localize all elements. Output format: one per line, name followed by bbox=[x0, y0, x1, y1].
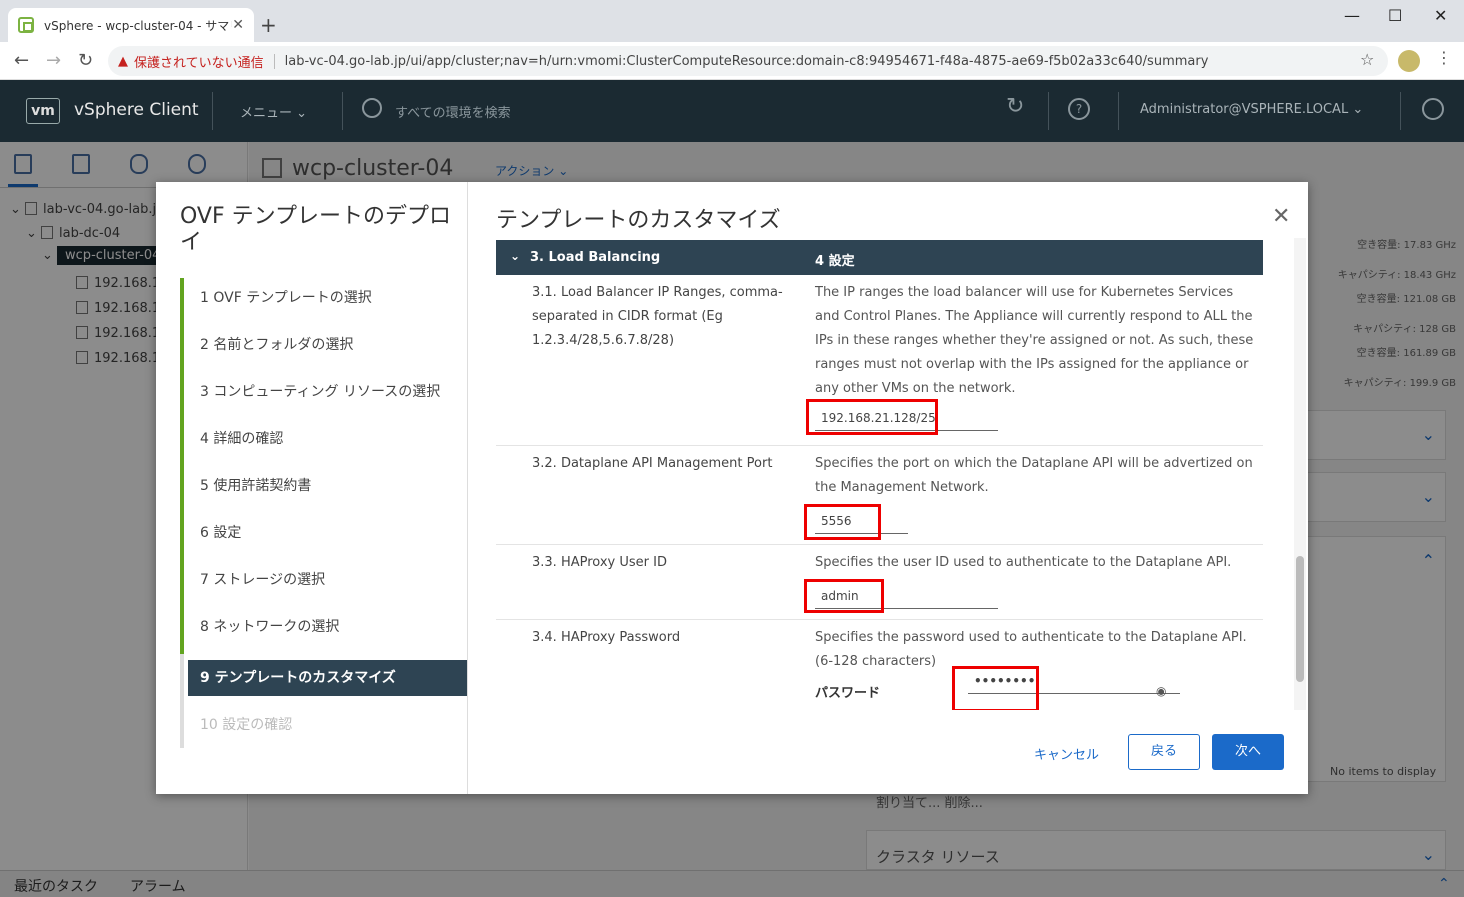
header-divider bbox=[1048, 92, 1049, 130]
browser-tab[interactable]: vSphere - wcp-cluster-04 - サマリ ✕ bbox=[8, 8, 254, 42]
step-10: 10 設定の確認 bbox=[200, 717, 293, 733]
forward-icon[interactable]: → bbox=[46, 50, 61, 71]
deploy-ovf-wizard: OVF テンプレートのデプロイ 1 OVF テンプレートの選択 2 名前とフォル… bbox=[156, 182, 1308, 794]
tab-close-icon[interactable]: ✕ bbox=[232, 17, 244, 33]
header-divider bbox=[212, 92, 213, 130]
property-label: 3.2. Dataplane API Management Port bbox=[532, 456, 773, 471]
reload-icon[interactable]: ↻ bbox=[78, 50, 93, 71]
global-search-input[interactable]: すべての環境を検索 bbox=[395, 102, 511, 121]
highlight-box bbox=[804, 579, 884, 613]
step-4[interactable]: 4 詳細の確認 bbox=[188, 421, 467, 457]
highlight-box bbox=[804, 504, 881, 540]
help-icon[interactable]: ? bbox=[1068, 98, 1090, 120]
highlight-box bbox=[806, 399, 938, 435]
insecure-label[interactable]: 保護されていない通信 bbox=[134, 52, 264, 71]
step-title: テンプレートのカスタマイズ bbox=[496, 208, 781, 233]
warning-icon: ▲ bbox=[118, 53, 128, 69]
progress-line bbox=[180, 278, 184, 654]
property-description: Specifies the port on which the Dataplan… bbox=[815, 456, 1253, 495]
vsphere-header: vm vSphere Client メニュー ⌄ すべての環境を検索 ↻ ? A… bbox=[0, 80, 1464, 142]
property-label: 3.1. Load Balancer IP Ranges, comma-sepa… bbox=[532, 285, 783, 348]
browser-menu-icon[interactable]: ⋮ bbox=[1436, 48, 1452, 67]
window-close-icon[interactable]: ✕ bbox=[1434, 6, 1447, 25]
feedback-smiley-icon[interactable] bbox=[1422, 98, 1444, 120]
step-9-active[interactable]: 9 テンプレートのカスタマイズ bbox=[188, 660, 467, 696]
properties-scroll-area[interactable]: ⌄ 3. Load Balancing 4 設定 3.1. Load Balan… bbox=[496, 240, 1264, 710]
step-8[interactable]: 8 ネットワークの選択 bbox=[188, 609, 467, 645]
property-row: 3.4. HAProxy Password Specifies the pass… bbox=[496, 620, 1263, 710]
tab-title: vSphere - wcp-cluster-04 - サマリ bbox=[44, 18, 233, 33]
property-row: 3.2. Dataplane API Management Port Speci… bbox=[496, 446, 1263, 545]
password-label: パスワード bbox=[815, 686, 881, 701]
property-row: 3.3. HAProxy User ID Specifies the user … bbox=[496, 545, 1263, 620]
chevron-down-icon: ⌄ bbox=[510, 249, 521, 263]
vsphere-favicon-icon bbox=[18, 17, 34, 33]
step-6[interactable]: 6 設定 bbox=[188, 515, 467, 551]
app-name: vSphere Client bbox=[74, 100, 199, 120]
url-field[interactable]: ▲ 保護されていない通信 lab-vc-04.go-lab.jp/ui/app/… bbox=[108, 46, 1388, 76]
property-description: The IP ranges the load balancer will use… bbox=[815, 285, 1254, 396]
menu-dropdown[interactable]: メニュー ⌄ bbox=[240, 102, 307, 121]
user-menu[interactable]: Administrator@VSPHERE.LOCAL ⌄ bbox=[1140, 102, 1363, 117]
highlight-box bbox=[952, 666, 1039, 710]
browser-tab-bar: vSphere - wcp-cluster-04 - サマリ ✕ + — ☐ ✕ bbox=[0, 0, 1464, 42]
header-divider bbox=[1400, 92, 1401, 130]
bookmark-star-icon[interactable]: ☆ bbox=[1360, 50, 1374, 69]
search-icon bbox=[362, 98, 382, 118]
next-button[interactable]: 次へ bbox=[1212, 734, 1284, 770]
back-icon[interactable]: ← bbox=[14, 50, 29, 71]
maximize-icon[interactable]: ☐ bbox=[1388, 6, 1402, 25]
step-1[interactable]: 1 OVF テンプレートの選択 bbox=[188, 280, 467, 316]
step-7[interactable]: 7 ストレージの選択 bbox=[188, 562, 467, 598]
scrollbar[interactable] bbox=[1294, 238, 1306, 710]
profile-avatar[interactable] bbox=[1398, 50, 1420, 72]
vm-logo: vm bbox=[26, 98, 60, 124]
remaining-line bbox=[180, 654, 184, 748]
scrollbar-thumb[interactable] bbox=[1296, 556, 1304, 682]
header-divider bbox=[342, 92, 343, 130]
cancel-button[interactable]: キャンセル bbox=[1034, 744, 1099, 763]
url-text[interactable]: lab-vc-04.go-lab.jp/ui/app/cluster;nav=h… bbox=[273, 53, 1208, 69]
section-name: 3. Load Balancing bbox=[530, 250, 661, 265]
step-3[interactable]: 3 コンピューティング リソースの選択 bbox=[188, 374, 467, 410]
property-row: 3.1. Load Balancer IP Ranges, comma-sepa… bbox=[496, 275, 1263, 446]
wizard-content: テンプレートのカスタマイズ ✕ ⌄ 3. Load Balancing 4 設定… bbox=[468, 182, 1308, 794]
minimize-icon[interactable]: — bbox=[1344, 6, 1360, 25]
new-tab-icon[interactable]: + bbox=[260, 13, 277, 37]
close-icon[interactable]: ✕ bbox=[1272, 204, 1290, 229]
refresh-icon[interactable]: ↻ bbox=[1006, 94, 1024, 119]
property-description: Specifies the user ID used to authentica… bbox=[815, 555, 1232, 570]
show-password-icon[interactable]: ◉ bbox=[1156, 684, 1166, 698]
wizard-steps-pane: OVF テンプレートのデプロイ 1 OVF テンプレートの選択 2 名前とフォル… bbox=[156, 182, 468, 794]
header-divider bbox=[1118, 92, 1119, 130]
property-label: 3.3. HAProxy User ID bbox=[532, 555, 667, 570]
back-button[interactable]: 戻る bbox=[1128, 734, 1200, 770]
address-bar-row: ← → ↻ ▲ 保護されていない通信 lab-vc-04.go-lab.jp/u… bbox=[0, 42, 1464, 80]
section-header[interactable]: ⌄ 3. Load Balancing 4 設定 bbox=[496, 240, 1263, 275]
property-label: 3.4. HAProxy Password bbox=[532, 630, 681, 645]
wizard-title: OVF テンプレートのデプロイ bbox=[180, 204, 451, 255]
step-5[interactable]: 5 使用許諾契約書 bbox=[188, 468, 467, 504]
step-2[interactable]: 2 名前とフォルダの選択 bbox=[188, 327, 467, 363]
section-count: 4 設定 bbox=[815, 254, 855, 269]
